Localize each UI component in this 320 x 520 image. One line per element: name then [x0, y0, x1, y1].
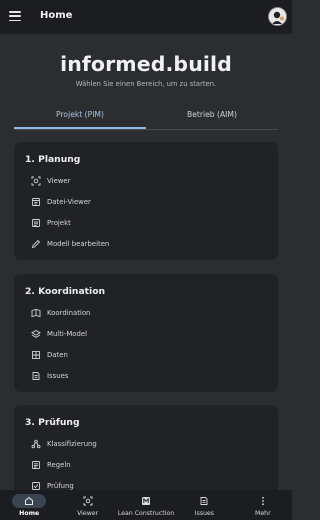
- top-app-bar: Home: [0, 0, 292, 34]
- menu-item-label: Koordination: [47, 309, 91, 317]
- bottom-navigation: Home Viewer Lean Construction Issues Meh…: [0, 490, 292, 520]
- nav-lean-construction[interactable]: Lean Construction: [117, 490, 175, 520]
- nav-label: Issues: [194, 510, 215, 517]
- menu-item-issues[interactable]: Issues: [31, 369, 261, 383]
- menu-item-label: Modell bearbeiten: [47, 240, 110, 248]
- lean-construction-icon: [129, 494, 163, 508]
- menu-item-label: Regeln: [47, 461, 71, 469]
- home-icon: [12, 494, 47, 508]
- brand-subtitle: Wählen Sie einen Bereich, um zu starten.: [75, 80, 217, 88]
- nav-issues[interactable]: Issues: [175, 490, 233, 520]
- section-title: 2. Koordination: [25, 286, 106, 297]
- menu-item-label: Daten: [47, 351, 68, 359]
- menu-item-label: Multi-Model: [47, 330, 88, 338]
- menu-icon[interactable]: [9, 10, 21, 22]
- section-title: 1. Planung: [25, 154, 81, 165]
- menu-item-datei-viewer[interactable]: Datei-Viewer: [31, 195, 261, 209]
- viewer-icon: [71, 494, 105, 508]
- check-icon: [31, 481, 41, 490]
- user-avatar[interactable]: [268, 7, 287, 26]
- tab-betrieb-aim[interactable]: Betrieb (AIM): [146, 106, 278, 129]
- nav-home[interactable]: Home: [0, 490, 58, 520]
- menu-item-label: Klassifizierung: [47, 440, 97, 448]
- coordination-icon: [31, 308, 41, 318]
- nav-viewer[interactable]: Viewer: [58, 490, 116, 520]
- nav-label: Viewer: [77, 510, 99, 517]
- main-content[interactable]: informed.build Wählen Sie einen Bereich,…: [0, 34, 292, 490]
- app-root: Home informed.build Wählen Sie einen Ber…: [0, 0, 292, 520]
- menu-item-regeln[interactable]: Regeln: [31, 458, 261, 472]
- menu-item-pruefung[interactable]: Prüfung: [31, 479, 261, 490]
- data-grid-icon: [31, 350, 41, 360]
- menu-item-modell-bearbeiten[interactable]: Modell bearbeiten: [31, 237, 261, 251]
- classification-icon: [31, 439, 41, 449]
- tab-projekt-pim[interactable]: Projekt (PIM): [14, 106, 146, 129]
- menu-item-klassifizierung[interactable]: Klassifizierung: [31, 437, 261, 451]
- issues-icon: [31, 371, 41, 381]
- menu-item-label: Issues: [47, 372, 69, 380]
- menu-item-label: Projekt: [47, 219, 71, 227]
- menu-item-daten[interactable]: Daten: [31, 348, 261, 362]
- menu-item-koordination[interactable]: Koordination: [31, 306, 261, 320]
- menu-item-label: Prüfung: [47, 482, 74, 490]
- rules-icon: [31, 460, 41, 470]
- menu-item-projekt[interactable]: Projekt: [31, 216, 261, 230]
- issues-icon: [187, 494, 221, 508]
- section-planung: 1. Planung Viewer Datei-Viewer Projekt M…: [14, 142, 278, 260]
- page-title: Home: [40, 10, 73, 21]
- pencil-icon: [31, 239, 41, 249]
- section-title: 3. Prüfung: [25, 417, 80, 428]
- more-icon: [246, 494, 280, 508]
- nav-mehr[interactable]: Mehr: [234, 490, 292, 520]
- tab-bar: Projekt (PIM) Betrieb (AIM): [14, 106, 278, 130]
- project-icon: [31, 218, 41, 228]
- layers-icon: [31, 329, 41, 339]
- menu-item-multi-model[interactable]: Multi-Model: [31, 327, 261, 341]
- brand-title: informed.build: [60, 52, 232, 76]
- section-pruefung: 3. Prüfung Klassifizierung Regeln Prüfun…: [14, 405, 278, 490]
- menu-item-label: Viewer: [47, 177, 71, 185]
- nav-label: Mehr: [255, 510, 271, 517]
- file-viewer-icon: [31, 197, 41, 207]
- menu-item-viewer[interactable]: Viewer: [31, 174, 261, 188]
- viewer-icon: [31, 176, 41, 186]
- menu-item-label: Datei-Viewer: [47, 198, 91, 206]
- nav-label: Lean Construction: [117, 510, 175, 517]
- section-koordination: 2. Koordination Koordination Multi-Model: [14, 274, 278, 392]
- nav-label: Home: [19, 510, 40, 517]
